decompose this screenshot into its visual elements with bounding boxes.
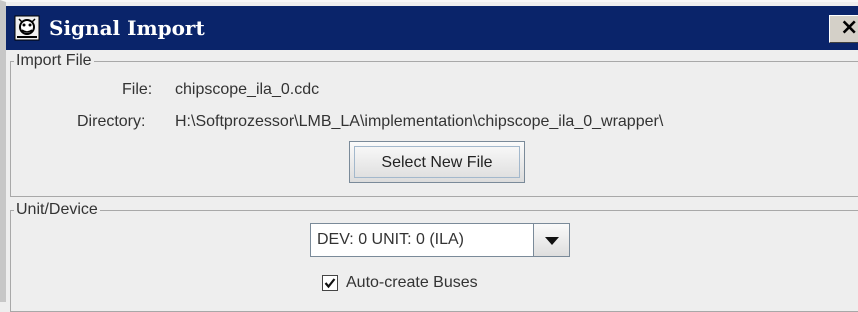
- checkmark-icon: [324, 278, 336, 289]
- directory-value: H:\Softprozessor\LMB_LA\implementation\c…: [175, 113, 664, 130]
- chevron-down-icon: [545, 237, 559, 245]
- close-button[interactable]: ×: [829, 15, 858, 43]
- auto-create-buses-checkbox[interactable]: [322, 275, 338, 291]
- dropdown-button[interactable]: [533, 224, 569, 256]
- app-icon: [14, 15, 40, 41]
- close-icon: ×: [840, 15, 858, 40]
- directory-label: Directory:: [77, 113, 146, 130]
- auto-create-buses-label: Auto-create Buses: [346, 274, 478, 291]
- select-new-file-button[interactable]: Select New File: [349, 141, 525, 183]
- unit-device-selected: DEV: 0 UNIT: 0 (ILA): [317, 231, 464, 248]
- import-file-group-title: Import File: [14, 52, 94, 70]
- window-title: Signal Import: [49, 16, 205, 40]
- title-bar[interactable]: Signal Import ×: [6, 6, 858, 50]
- file-label: File:: [122, 81, 153, 98]
- unit-device-combobox[interactable]: DEV: 0 UNIT: 0 (ILA): [310, 223, 570, 257]
- dialog-content: Import File File: chipscope_ila_0.cdc Di…: [6, 50, 858, 312]
- unit-device-group-title: Unit/Device: [14, 201, 100, 219]
- select-new-file-label: Select New File: [381, 154, 493, 171]
- file-value: chipscope_ila_0.cdc: [175, 81, 320, 98]
